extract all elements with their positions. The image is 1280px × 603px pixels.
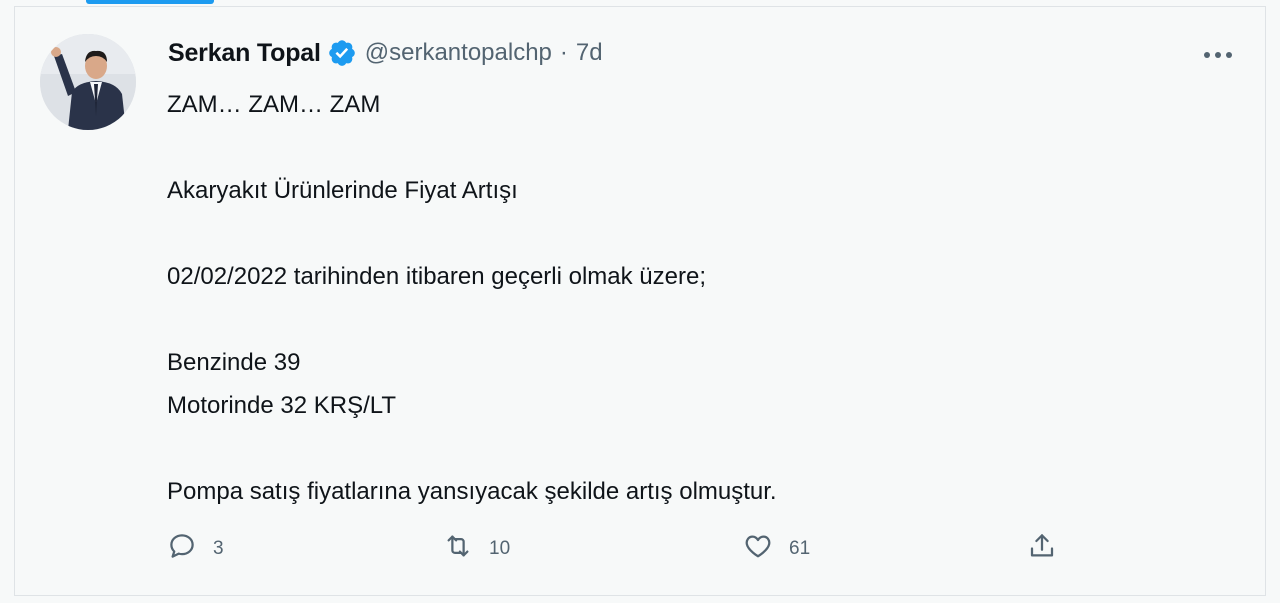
tweet-card[interactable]: Serkan Topal @serkantopalchp · 7d ZAM… Z… bbox=[14, 6, 1266, 596]
tweet-line: Akaryakıt Ürünlerinde Fiyat Artışı bbox=[167, 177, 518, 204]
verified-badge-icon bbox=[327, 38, 357, 68]
tweet-header: Serkan Topal @serkantopalchp · 7d bbox=[168, 37, 603, 69]
tweet-line: 02/02/2022 tarihinden itibaren geçerli o… bbox=[167, 263, 707, 290]
like-button[interactable]: 61 bbox=[743, 529, 810, 569]
retweet-button[interactable]: 10 bbox=[443, 529, 510, 569]
tweet-line: Pompa satış fiyatlarına yansıyacak şekil… bbox=[167, 478, 777, 505]
like-count: 61 bbox=[789, 538, 811, 559]
more-icon[interactable] bbox=[1200, 45, 1236, 65]
tweet-line: Benzinde 39 bbox=[167, 349, 301, 376]
reply-count: 3 bbox=[213, 538, 224, 559]
page: Serkan Topal @serkantopalchp · 7d ZAM… Z… bbox=[0, 0, 1280, 603]
author-name[interactable]: Serkan Topal bbox=[168, 39, 321, 68]
retweet-count: 10 bbox=[489, 538, 511, 559]
share-button[interactable] bbox=[1027, 529, 1057, 569]
tweet-line: Motorinde 32 KRŞ/LT bbox=[167, 392, 396, 419]
tweet-timestamp[interactable]: 7d bbox=[576, 39, 603, 67]
tweet-text: ZAM… ZAM… ZAM Akaryakıt Ürünlerinde Fiya… bbox=[167, 83, 1227, 513]
tweet-actions: 3 10 61 bbox=[15, 529, 1267, 569]
retweet-icon bbox=[443, 531, 473, 567]
author-handle[interactable]: @serkantopalchp bbox=[365, 39, 552, 67]
heart-icon bbox=[743, 531, 773, 567]
reply-icon bbox=[167, 531, 197, 567]
share-icon bbox=[1027, 531, 1057, 567]
tweet-line: ZAM… ZAM… ZAM bbox=[167, 91, 381, 118]
avatar-image bbox=[40, 34, 136, 130]
avatar[interactable] bbox=[40, 34, 136, 130]
active-tab-indicator bbox=[86, 0, 214, 4]
reply-button[interactable]: 3 bbox=[167, 529, 224, 569]
header-separator: · bbox=[559, 39, 568, 66]
